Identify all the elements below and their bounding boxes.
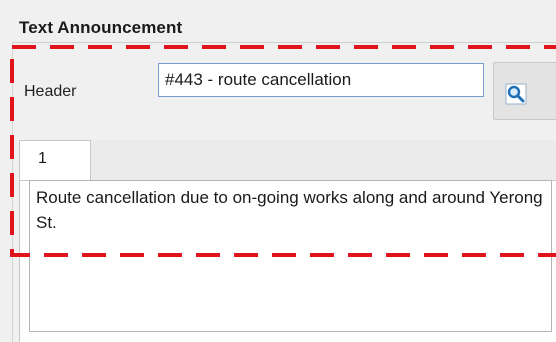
announcement-body-textarea[interactable]: Route cancellation due to on-going works… — [29, 180, 552, 332]
tab-1[interactable]: 1 — [19, 140, 91, 182]
tab-strip — [19, 140, 556, 180]
announcement-panel: Text Announcement Header 1 Route cancell… — [0, 0, 556, 342]
header-label: Header — [24, 83, 77, 100]
header-input[interactable] — [158, 63, 484, 97]
search-button[interactable] — [493, 62, 556, 120]
tab-label: 1 — [38, 150, 47, 167]
magnifier-search-icon — [505, 83, 527, 105]
group-border-top — [12, 42, 556, 43]
group-title: Text Announcement — [19, 18, 183, 37]
group-border-left — [12, 42, 13, 342]
